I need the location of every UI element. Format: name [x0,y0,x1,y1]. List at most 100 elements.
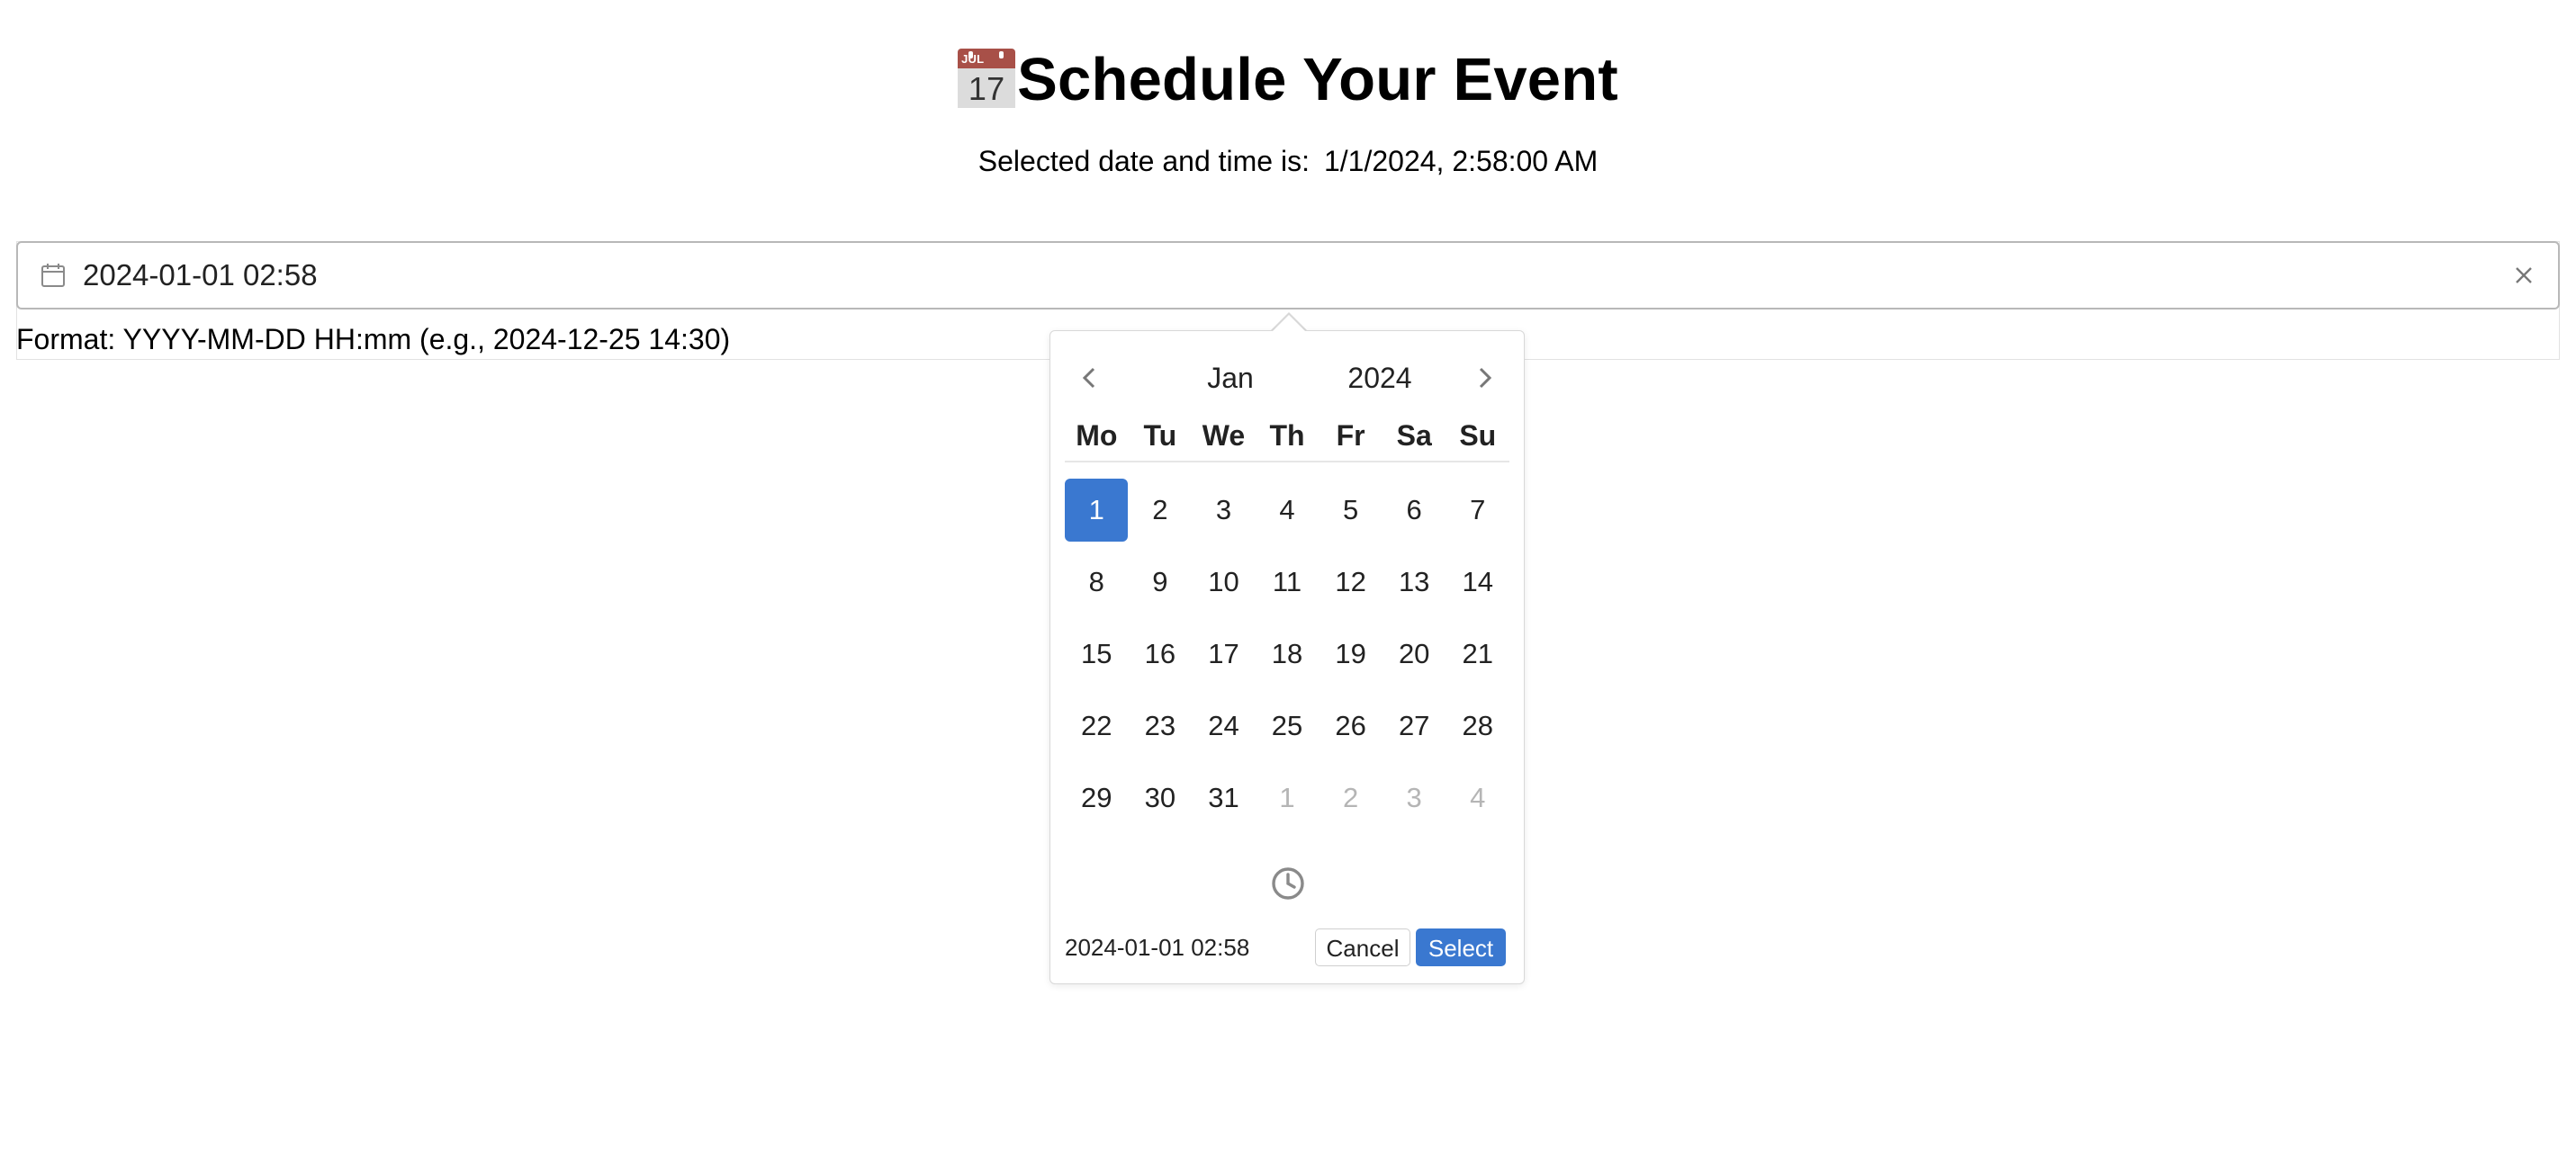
day-cell[interactable]: 5 [1319,479,1383,542]
picker-footer: 2024-01-01 02:58 Cancel Select [1050,925,1524,970]
day-cell-other-month[interactable]: 2 [1319,767,1383,830]
page-title-text: Schedule Your Event [1017,46,1618,113]
day-cell[interactable]: 25 [1256,695,1320,758]
weekday-label: We [1202,419,1246,452]
day-number: 5 [1342,494,1359,525]
day-number: 6 [1406,494,1422,525]
day-cell[interactable]: 19 [1319,623,1383,686]
day-number: 1 [1065,479,1129,542]
page: JUL 17 Schedule Your Event Selected date… [0,0,2576,1175]
weekday-label: Sa [1396,419,1432,452]
day-number: 3 [1215,494,1232,525]
day-cell-other-month[interactable]: 4 [1446,767,1509,830]
weekday-label: Mo [1076,419,1118,452]
day-number: 23 [1144,710,1176,741]
datetime-input[interactable]: 2024-01-01 02:58 [16,241,2560,309]
calendar-ring-left [968,51,974,58]
day-cell-other-month[interactable]: 3 [1383,767,1446,830]
day-number: 2 [1342,782,1359,813]
day-number: 24 [1208,710,1239,741]
day-number: 26 [1335,710,1366,741]
day-cell[interactable]: 6 [1383,479,1446,542]
day-cell[interactable]: 28 [1446,695,1509,758]
day-cell[interactable]: 24 [1192,695,1256,758]
day-cell[interactable]: 26 [1319,695,1383,758]
day-cell[interactable]: 27 [1383,695,1446,758]
day-cell[interactable]: 12 [1319,551,1383,614]
cancel-button[interactable]: Cancel [1315,928,1410,966]
day-cell[interactable]: 22 [1065,695,1129,758]
day-number: 3 [1406,782,1422,813]
day-cell[interactable]: 11 [1256,551,1320,614]
weekday-header: Mo Tu We Th Fr Sa Su [1065,417,1509,462]
week-row: 12 3 4 5 6 7 [1065,479,1509,551]
close-icon[interactable] [2511,263,2536,288]
weekday-label: Fr [1336,419,1365,452]
day-number: 2 [1152,494,1168,525]
day-number: 20 [1398,638,1430,669]
calendar-emoji-icon: JUL 17 [958,49,1016,108]
day-cell[interactable]: 3 [1192,479,1256,542]
day-cell[interactable]: 17 [1192,623,1256,686]
chevron-right-icon[interactable] [1472,363,1499,392]
datetime-input-value[interactable]: 2024-01-01 02:58 [83,243,318,308]
calendar-emoji-month: JUL [958,49,1016,68]
datetime-picker-popup: Jan 2024 Mo Tu We Th Fr Sa Su 1234567891… [1049,330,1525,984]
day-number: 18 [1271,638,1303,669]
day-cell[interactable]: 30 [1129,767,1193,830]
day-number: 29 [1081,782,1112,813]
day-number: 7 [1470,494,1486,525]
calendar-ring-right [999,51,1004,58]
day-number: 4 [1470,782,1486,813]
day-cell[interactable]: 23 [1129,695,1193,758]
year-selector[interactable]: 2024 [1308,356,1452,399]
day-number: 1 [1279,782,1295,813]
day-cell[interactable]: 7 [1446,479,1509,542]
chevron-left-icon[interactable] [1076,363,1103,392]
day-cell[interactable]: 29 [1065,767,1129,830]
day-number: 25 [1271,710,1303,741]
weekday-label: Th [1269,419,1305,452]
day-number: 15 [1081,638,1112,669]
day-number: 11 [1272,566,1302,597]
day-cell[interactable]: 4 [1256,479,1320,542]
selected-datetime-value: 1/1/2024, 2:58:00 AM [1323,145,1599,177]
day-cell[interactable]: 21 [1446,623,1509,686]
day-cell[interactable]: 20 [1383,623,1446,686]
day-number: 8 [1088,566,1104,597]
day-cell[interactable]: 16 [1129,623,1193,686]
select-button[interactable]: Select [1416,928,1506,966]
day-cell[interactable]: 18 [1256,623,1320,686]
day-number: 14 [1462,566,1493,597]
day-cell[interactable]: 15 [1065,623,1129,686]
day-number: 22 [1081,710,1112,741]
weekday-label: Tu [1143,419,1177,452]
day-cell-selected[interactable]: 1 [1065,479,1129,542]
day-cell[interactable]: 8 [1065,551,1129,614]
day-cell[interactable]: 14 [1446,551,1509,614]
day-cell[interactable]: 10 [1192,551,1256,614]
week-row: 22 23 24 25 26 27 28 [1065,695,1509,767]
day-number: 10 [1208,566,1239,597]
day-cell-other-month[interactable]: 1 [1256,767,1320,830]
day-number: 19 [1335,638,1366,669]
day-cell[interactable]: 13 [1383,551,1446,614]
day-cell[interactable]: 31 [1192,767,1256,830]
popup-arrow-inner [1273,315,1305,331]
day-cell[interactable]: 2 [1129,479,1193,542]
week-row: 8 9 10 11 12 13 14 [1065,551,1509,623]
clock-icon[interactable] [1270,866,1306,901]
day-cell[interactable]: 9 [1129,551,1193,614]
day-number: 12 [1335,566,1366,597]
calendar-emoji-day: 17 [958,68,1016,108]
page-title: JUL 17 Schedule Your Event [958,40,1618,121]
month-selector[interactable]: Jan [1149,356,1311,399]
day-grid: 1 2 3 4 5 6 7 8 9 10 11 12 13 14 15 16 17 18 19 20 21 22 23 24 2… [1065,479,1509,839]
week-row: 29 30 31 1 2 3 4 [1065,767,1509,839]
day-number: 13 [1398,566,1430,597]
selected-datetime-summary: Selected date and time is: 1/1/2024, 2:58… [0,142,2576,180]
day-number: 27 [1398,710,1430,741]
picker-selected-value: 2024-01-01 02:58 [1065,934,1250,961]
day-number: 9 [1152,566,1168,597]
day-number: 16 [1144,638,1176,669]
